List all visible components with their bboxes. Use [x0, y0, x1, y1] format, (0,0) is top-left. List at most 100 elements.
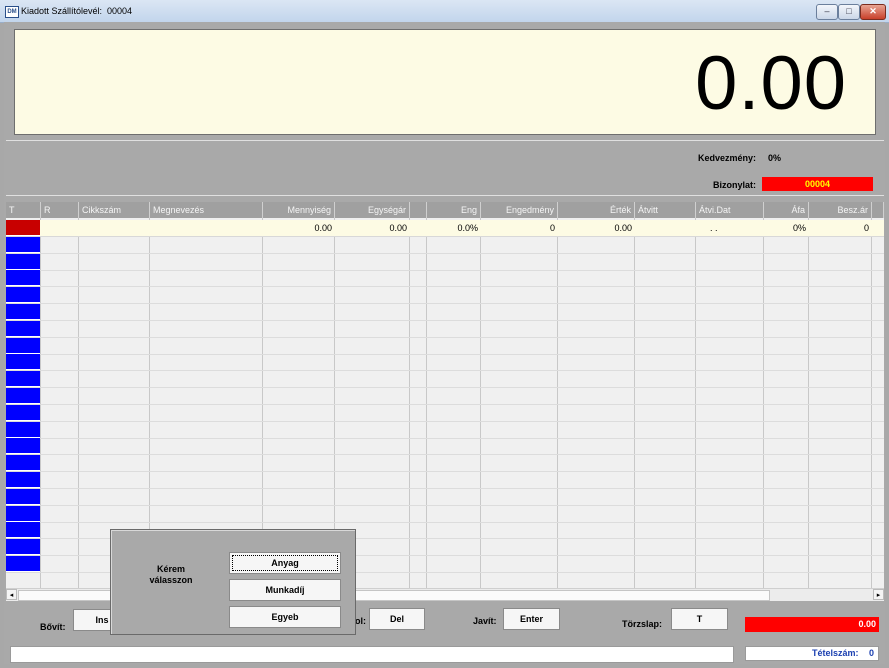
total-amount: 0.00	[745, 617, 879, 632]
amount-value: 0.00	[695, 41, 847, 126]
col-header-atvi-dat[interactable]: Átvi.Dat	[696, 202, 764, 218]
row-marker[interactable]	[6, 270, 40, 287]
anyag-button[interactable]: Anyag	[229, 552, 341, 574]
cell-besz-ar[interactable]: 0	[809, 220, 872, 236]
row-marker-active[interactable]	[6, 220, 40, 236]
col-header-ertek[interactable]: Érték	[558, 202, 635, 218]
row-marker[interactable]	[6, 505, 40, 522]
title-bar: DM Kiadott Szállítólevél: 00004 – □ ✕	[0, 0, 889, 23]
status-bar	[10, 646, 734, 663]
col-header-engedmeny[interactable]: Engedmény	[481, 202, 558, 218]
scroll-left-icon[interactable]: ◂	[6, 589, 17, 600]
bovit-label: Bővít:	[40, 622, 66, 632]
row-divider	[6, 286, 884, 288]
divider	[6, 195, 884, 196]
col-header-megnevezes[interactable]: Megnevezés	[150, 202, 263, 218]
row-marker[interactable]	[6, 404, 40, 421]
cell-atvi-dat[interactable]: . .	[696, 220, 764, 236]
amount-display: 0.00	[14, 29, 876, 135]
row-marker[interactable]	[6, 455, 40, 472]
row-divider	[6, 320, 884, 321]
row-marker[interactable]	[6, 438, 40, 455]
row-marker[interactable]	[6, 556, 40, 572]
row-marker[interactable]	[6, 522, 40, 539]
window-doc-number: 00004	[107, 6, 133, 16]
document-label: Bizonylat:	[713, 180, 757, 190]
col-header-besz-ar[interactable]: Besz.ár	[809, 202, 872, 218]
delete-button[interactable]: Del	[369, 608, 425, 630]
column-divider	[426, 218, 427, 588]
col-header-egysegar[interactable]: Egységár	[335, 202, 410, 218]
window-title: Kiadott Szállítólevél:	[21, 6, 103, 16]
cell-ertek[interactable]: 0.00	[558, 220, 635, 236]
row-marker[interactable]	[6, 472, 40, 488]
row-divider	[6, 404, 884, 405]
column-divider	[557, 218, 558, 588]
torol-label: ol:	[355, 616, 366, 626]
row-marker[interactable]	[6, 388, 40, 404]
row-divider	[6, 353, 884, 355]
row-marker[interactable]	[6, 304, 40, 320]
cell-engedmeny[interactable]: 0	[481, 220, 558, 236]
cell-mennyiseg[interactable]: 0.00	[263, 220, 335, 236]
cell-afa[interactable]: 0%	[764, 220, 809, 236]
row-divider	[6, 387, 884, 389]
column-divider	[634, 218, 635, 588]
col-header-afa[interactable]: Áfa	[764, 202, 809, 218]
javit-label: Javít:	[473, 616, 497, 626]
row-marker[interactable]	[6, 253, 40, 270]
col-header-mennyiseg[interactable]: Mennyiség	[263, 202, 335, 218]
column-divider	[763, 218, 764, 588]
column-divider	[480, 218, 481, 588]
row-marker[interactable]	[6, 236, 40, 253]
row-divider	[6, 488, 884, 489]
discount-label: Kedvezmény:	[698, 153, 757, 163]
row-marker[interactable]	[6, 354, 40, 371]
torzslap-label: Törzslap:	[622, 619, 663, 629]
item-count: Tételszám: 0	[745, 646, 879, 661]
munkadij-button[interactable]: Munkadíj	[229, 579, 341, 601]
dialog-prompt-line2: válasszon	[149, 575, 193, 585]
item-count-label: Tételszám:	[812, 648, 859, 658]
document-number-box: 00004	[762, 177, 873, 191]
col-header-eng[interactable]: Eng	[427, 202, 481, 218]
col-header-atvitt[interactable]: Átvitt	[635, 202, 696, 218]
choice-dialog: Kérem válasszon Anyag Munkadíj Egyeb	[110, 529, 356, 635]
enter-button[interactable]: Enter	[503, 608, 560, 630]
col-header-cikkszam[interactable]: Cikkszám	[79, 202, 150, 218]
row-divider	[6, 471, 884, 473]
row-marker[interactable]	[6, 488, 40, 505]
col-header-r[interactable]: R	[41, 202, 79, 218]
row-marker[interactable]	[6, 287, 40, 304]
row-divider	[6, 521, 884, 523]
minimize-icon[interactable]: –	[816, 4, 838, 20]
row-divider	[6, 370, 884, 372]
torzslap-button[interactable]: T	[671, 608, 728, 630]
row-divider	[6, 504, 884, 506]
cell-eng[interactable]: 0.0%	[427, 220, 481, 236]
column-divider	[409, 218, 410, 588]
close-icon[interactable]: ✕	[860, 4, 886, 20]
divider	[6, 140, 884, 141]
scroll-right-icon[interactable]: ▸	[873, 589, 884, 600]
column-divider	[695, 218, 696, 588]
egyeb-button[interactable]: Egyeb	[229, 606, 341, 628]
column-divider	[808, 218, 809, 588]
column-divider	[40, 218, 41, 588]
col-header-blank[interactable]	[410, 202, 427, 218]
row-marker[interactable]	[6, 337, 40, 354]
row-marker[interactable]	[6, 421, 40, 438]
row-marker[interactable]	[6, 371, 40, 388]
row-divider	[6, 420, 884, 422]
row-divider	[6, 303, 884, 305]
col-header-t[interactable]: T	[6, 202, 41, 218]
column-divider	[78, 218, 79, 588]
column-divider	[871, 218, 872, 588]
row-divider	[6, 252, 884, 254]
row-marker[interactable]	[6, 539, 40, 556]
row-marker[interactable]	[6, 320, 40, 337]
maximize-icon[interactable]: □	[838, 4, 860, 20]
dialog-prompt: Kérem válasszon	[131, 564, 211, 586]
dialog-prompt-line1: Kérem	[156, 564, 185, 574]
cell-egysegar[interactable]: 0.00	[335, 220, 410, 236]
